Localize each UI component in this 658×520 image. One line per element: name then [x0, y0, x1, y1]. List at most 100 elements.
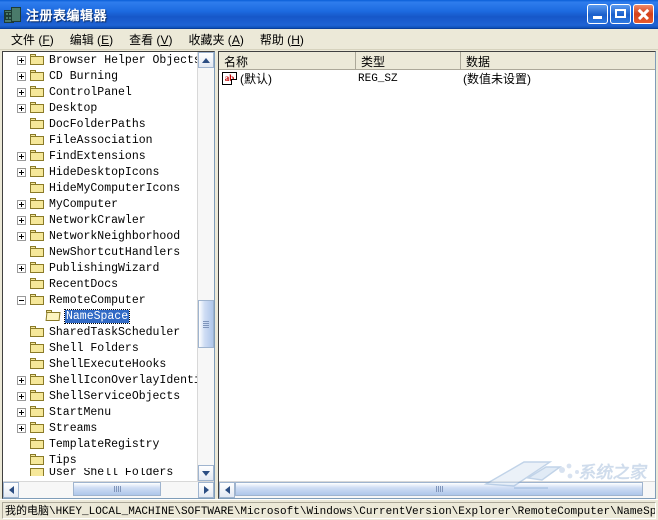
- tree-expander-plus-icon[interactable]: [17, 103, 26, 113]
- tree-item-tips[interactable]: Tips: [3, 452, 197, 468]
- menu-help[interactable]: 帮助 (H): [252, 29, 312, 50]
- folder-icon: [30, 262, 45, 274]
- folder-icon: [30, 454, 45, 466]
- column-header-name[interactable]: 名称: [219, 52, 356, 69]
- menu-edit-label: 编辑: [69, 32, 94, 47]
- folder-icon: [30, 86, 45, 98]
- tree-scroll-left-button[interactable]: [3, 482, 19, 498]
- menu-favorites[interactable]: 收藏夹 (A): [180, 29, 251, 50]
- tree-item-streams[interactable]: Streams: [3, 420, 197, 436]
- tree-item-label: ShellExecuteHooks: [49, 357, 167, 371]
- tree-item-fileassociation[interactable]: FileAssociation: [3, 132, 197, 148]
- tree-expander-plus-icon[interactable]: [17, 199, 26, 209]
- tree-item-desktop[interactable]: Desktop: [3, 100, 197, 116]
- value-name-cell: ab (默认): [219, 70, 356, 87]
- values-list[interactable]: ab (默认) REG_SZ (数值未设置): [219, 70, 655, 481]
- tree-item-templateregistry[interactable]: TemplateRegistry: [3, 436, 197, 452]
- tree-item-hidemycomputericons[interactable]: HideMyComputerIcons: [3, 180, 197, 196]
- tree-hscroll-thumb[interactable]: [73, 482, 161, 496]
- registry-values-pane: 名称 类型 数据 ab (默认) REG_SZ (数值未设置): [218, 51, 656, 499]
- tree-vscroll-thumb[interactable]: [198, 300, 214, 348]
- tree-item-docfolderpaths[interactable]: DocFolderPaths: [3, 116, 197, 132]
- values-horizontal-scrollbar[interactable]: [219, 481, 655, 498]
- tree-expander-plus-icon[interactable]: [17, 151, 26, 161]
- tree-vertical-scrollbar[interactable]: [197, 52, 214, 481]
- folder-icon: [30, 198, 45, 210]
- column-header-type[interactable]: 类型: [356, 52, 461, 69]
- tree-scroll-up-button[interactable]: [198, 52, 214, 68]
- tree-scroll-down-button[interactable]: [198, 465, 214, 481]
- tree-expander-plus-icon[interactable]: [17, 375, 26, 385]
- tree-expander-plus-icon[interactable]: [17, 167, 26, 177]
- maximize-button[interactable]: [610, 4, 631, 24]
- chevron-down-icon: [202, 470, 210, 476]
- tree-scroll-right-button[interactable]: [198, 482, 214, 498]
- tree-item-mycomputer[interactable]: MyComputer: [3, 196, 197, 212]
- minimize-button[interactable]: [587, 4, 608, 24]
- tree-item-publishingwizard[interactable]: PublishingWizard: [3, 260, 197, 276]
- menu-help-label: 帮助: [259, 32, 284, 47]
- tree-vscroll-track[interactable]: [198, 68, 214, 465]
- tree-item-shell-folders[interactable]: Shell Folders: [3, 340, 197, 356]
- tree-item-newshortcuthandlers[interactable]: NewShortcutHandlers: [3, 244, 197, 260]
- tree-item-label: StartMenu: [49, 405, 112, 419]
- values-hscroll-thumb[interactable]: [235, 482, 643, 496]
- tree-expander-plus-icon[interactable]: [17, 55, 26, 65]
- menu-file[interactable]: 文件 (F): [3, 29, 62, 50]
- folder-icon: [30, 294, 45, 306]
- grip-icon: [203, 320, 209, 328]
- tree-item-cd-burning[interactable]: CD Burning: [3, 68, 197, 84]
- column-header-data[interactable]: 数据: [461, 52, 655, 69]
- folder-icon: [30, 374, 45, 386]
- tree-item-shellexecutehooks[interactable]: ShellExecuteHooks: [3, 356, 197, 372]
- tree-item-startmenu[interactable]: StartMenu: [3, 404, 197, 420]
- values-scroll-left-button[interactable]: [219, 482, 235, 498]
- tree-item-shellserviceobjects[interactable]: ShellServiceObjects: [3, 388, 197, 404]
- tree-expander-plus-icon[interactable]: [17, 71, 26, 81]
- tree-item-shelliconoverlayidenti[interactable]: ShellIconOverlayIdenti: [3, 372, 197, 388]
- menu-edit[interactable]: 编辑 (E): [62, 29, 121, 50]
- menu-favorites-accel: A: [231, 32, 240, 47]
- tree-item-label: NetworkCrawler: [49, 213, 146, 227]
- tree-horizontal-scrollbar[interactable]: [3, 481, 214, 498]
- registry-editor-window: 注册表编辑器 文件 (F) 编辑 (E) 查看 (V) 收藏夹 (A) 帮助 (…: [0, 0, 658, 520]
- folder-icon: [30, 342, 45, 354]
- tree-item-namespace[interactable]: NameSpace: [3, 308, 197, 324]
- tree-expander-minus-icon[interactable]: [17, 295, 26, 305]
- folder-icon: [30, 390, 45, 402]
- registry-tree[interactable]: Browser Helper Objects CD Burning ControlP…: [3, 52, 197, 481]
- tree-item-remotecomputer[interactable]: RemoteComputer: [3, 292, 197, 308]
- window-controls: [587, 4, 654, 24]
- tree-item-label: RemoteComputer: [49, 293, 146, 307]
- folder-open-icon: [45, 310, 61, 322]
- tree-expander-plus-icon[interactable]: [17, 391, 26, 401]
- tree-item-label: SharedTaskScheduler: [49, 325, 181, 339]
- tree-item-findextensions[interactable]: FindExtensions: [3, 148, 197, 164]
- tree-item-networkcrawler[interactable]: NetworkCrawler: [3, 212, 197, 228]
- tree-expander-plus-icon[interactable]: [17, 407, 26, 417]
- tree-item-user-shell-folders[interactable]: User Shell Folders: [3, 468, 197, 476]
- tree-item-controlpanel[interactable]: ControlPanel: [3, 84, 197, 100]
- tree-expander-plus-icon[interactable]: [17, 87, 26, 97]
- tree-expander-spacer: [17, 344, 26, 353]
- values-hscroll-track[interactable]: [235, 482, 655, 498]
- folder-icon: [30, 166, 45, 178]
- close-button[interactable]: [633, 4, 654, 24]
- tree-item-browser-helper-objects[interactable]: Browser Helper Objects: [3, 52, 197, 68]
- menu-view[interactable]: 查看 (V): [121, 29, 180, 50]
- tree-expander-spacer: [17, 456, 26, 465]
- tree-item-recentdocs[interactable]: RecentDocs: [3, 276, 197, 292]
- tree-item-networkneighborhood[interactable]: NetworkNeighborhood: [3, 228, 197, 244]
- tree-item-sharedtaskscheduler[interactable]: SharedTaskScheduler: [3, 324, 197, 340]
- tree-expander-plus-icon[interactable]: [17, 423, 26, 433]
- tree-expander-spacer: [17, 360, 26, 369]
- tree-expander-plus-icon[interactable]: [17, 231, 26, 241]
- tree-item-hidedesktopicons[interactable]: HideDesktopIcons: [3, 164, 197, 180]
- tree-expander-plus-icon[interactable]: [17, 215, 26, 225]
- tree-hscroll-track[interactable]: [19, 482, 198, 498]
- tree-item-label: RecentDocs: [49, 277, 119, 291]
- folder-icon: [30, 70, 45, 82]
- tree-expander-plus-icon[interactable]: [17, 263, 26, 273]
- value-row[interactable]: ab (默认) REG_SZ (数值未设置): [219, 70, 655, 87]
- chevron-left-icon: [8, 486, 14, 494]
